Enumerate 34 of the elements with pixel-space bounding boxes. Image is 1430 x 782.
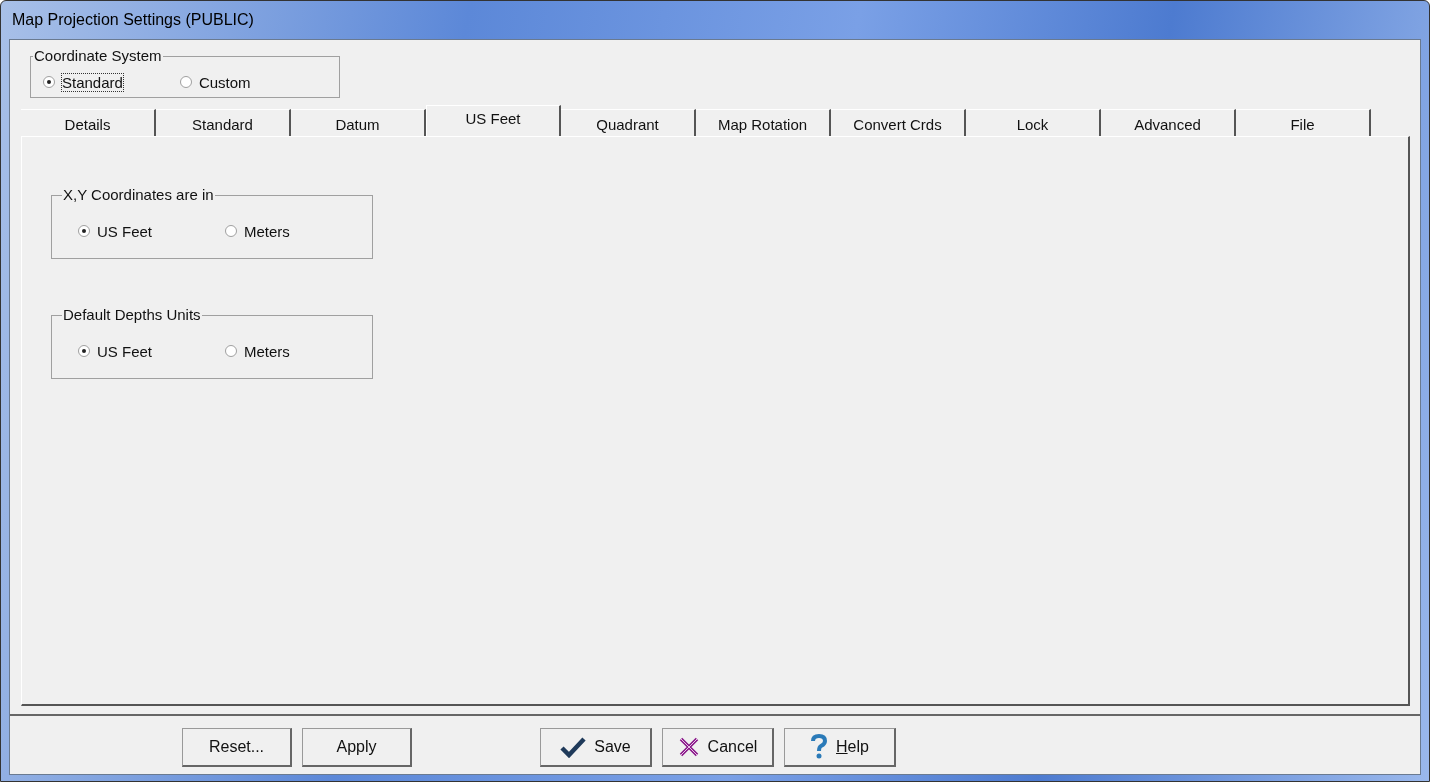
dialog-button[interactable]: Apply <box>302 728 412 767</box>
help-button[interactable]: Help <box>784 728 896 767</box>
tab[interactable]: Advanced <box>1101 109 1236 136</box>
radio-button[interactable] <box>179 76 192 88</box>
group-label: Default Depths Units <box>62 307 202 323</box>
radio-label[interactable]: US Feet <box>97 222 153 240</box>
tab[interactable]: Map Rotation <box>696 109 831 136</box>
group-label: X,Y Coordinates are in <box>62 187 215 203</box>
dialog-button[interactable]: Save <box>540 728 652 767</box>
tab[interactable]: Standard <box>156 109 291 136</box>
radio-label[interactable]: Meters <box>244 342 290 360</box>
dialog-button[interactable]: Cancel <box>662 728 774 767</box>
dialog-button[interactable]: Reset... <box>182 728 292 767</box>
radio-button[interactable] <box>225 345 237 357</box>
radio-label[interactable]: Meters <box>244 222 290 240</box>
radio-label[interactable]: US Feet <box>97 342 153 360</box>
tab[interactable]: Details <box>21 109 156 136</box>
group-label: Coordinate System <box>33 48 163 64</box>
radio-button[interactable] <box>78 345 90 357</box>
cross-icon <box>677 736 700 758</box>
window-title: Map Projection Settings (PUBLIC) <box>11 10 255 30</box>
radio-button[interactable] <box>43 76 55 88</box>
tab[interactable]: Datum <box>291 109 426 136</box>
radio-button[interactable] <box>78 225 90 237</box>
radio-label[interactable]: Custom <box>198 73 251 91</box>
tab[interactable]: File <box>1236 109 1371 136</box>
radio-button[interactable] <box>225 225 237 237</box>
checkmark-icon <box>560 736 587 758</box>
tab[interactable]: Convert Crds <box>831 109 966 136</box>
tab[interactable]: US Feet <box>426 105 561 136</box>
radio-label[interactable]: Standard <box>62 73 123 91</box>
tab[interactable]: Lock <box>966 109 1101 136</box>
tab[interactable]: Quadrant <box>561 109 696 136</box>
question-mark-icon <box>810 734 829 760</box>
